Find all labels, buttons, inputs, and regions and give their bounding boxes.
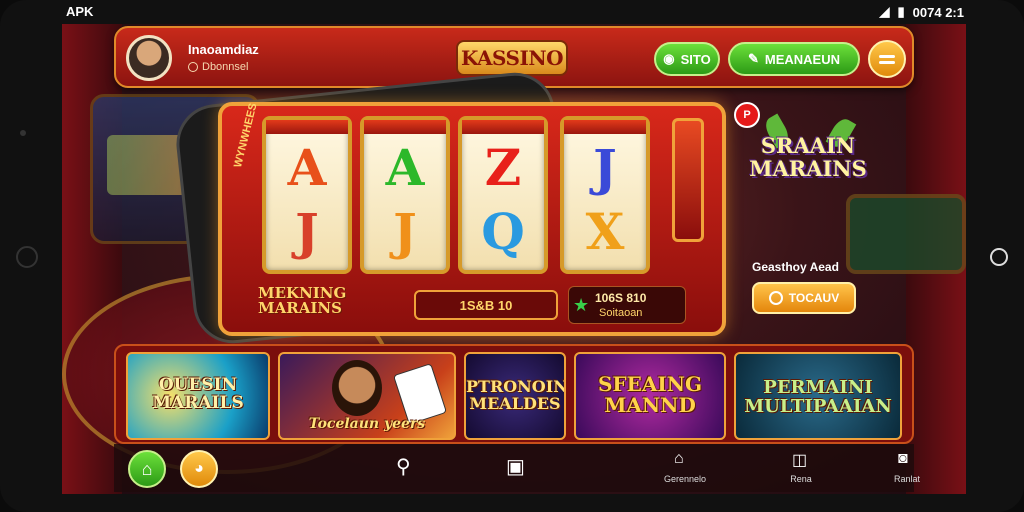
app-logo: KASSINO <box>456 40 568 76</box>
game-card-4[interactable]: SFEAING MANND <box>574 352 726 440</box>
reel-symbol: X <box>585 202 625 261</box>
device-frame: APK ◢ ▮ 0074 2:1 Inaoamdiaz Dbonnsel KAS… <box>0 0 1024 512</box>
game-card-1[interactable]: OUESIN MARAILS <box>126 352 270 440</box>
slot-brand-line: MEKNING MARAINS <box>258 284 347 317</box>
gift-icon[interactable]: ⌂ <box>674 450 684 468</box>
nav-item-label: Ranlat <box>893 474 920 484</box>
reel-2: A J <box>360 116 450 274</box>
game-card-2[interactable]: Tocelaun yeers <box>278 352 456 440</box>
nav-item-label: Gerennelo <box>663 474 707 484</box>
pencil-icon: ✎ <box>747 51 759 66</box>
menu-icon-bar <box>879 54 895 58</box>
camera-dot <box>20 130 26 136</box>
menu-icon-bar <box>879 60 895 64</box>
slot-brand: MEKNING MARAINS <box>258 286 346 316</box>
profile-icon[interactable]: ◙ <box>898 450 908 468</box>
game-card-title: Tocelaun yeers <box>308 416 426 432</box>
notification-badge[interactable]: P <box>734 102 760 128</box>
nav-circle-button[interactable] <box>990 248 1008 266</box>
main-action-button[interactable]: ✎ MEANAEUN <box>728 42 860 76</box>
search-icon[interactable]: ⚲ <box>396 454 411 479</box>
game-screen: Inaoamdiaz Dbonnsel KASSINO ◉ SITO ✎ MEA… <box>62 24 966 494</box>
win-value: 106S 810 <box>595 291 647 305</box>
user-subtitle: Dbonnsel <box>188 61 248 73</box>
promo-button[interactable]: TOCAUV <box>752 282 856 314</box>
reel-symbol: Z <box>484 138 522 197</box>
slot-machine[interactable]: WYNWHEES A J A J Z Q J X MEKNING MARAINS… <box>218 102 726 336</box>
game-card-title: PTRONOIN MEALDES <box>466 377 566 413</box>
reel-1: A J <box>262 116 352 274</box>
sito-button[interactable]: ◉ SITO <box>654 42 720 76</box>
slot-side-text: WYNWHEES <box>232 101 260 169</box>
user-sub-text: Dbonnsel <box>202 61 249 73</box>
home-icon: ⌂ <box>141 458 153 479</box>
nav-item-label: Rena <box>790 474 812 484</box>
win-display: ★ 106S 810 Soitaoan <box>568 286 686 324</box>
chat-icon: ◕ <box>194 460 204 477</box>
promo-title: SRAAIN MARAINS <box>749 133 867 181</box>
nav-chat-button[interactable]: ◕ <box>180 450 218 488</box>
status-time: 0074 2:1 <box>912 4 964 20</box>
toggle-icon: ◉ <box>663 51 675 66</box>
game-card-title: SFEAING MANND <box>597 372 703 417</box>
reel-symbol: J <box>593 138 617 197</box>
reel-symbol: J <box>393 202 417 261</box>
reel-symbol: Q <box>481 202 525 261</box>
spin-lever[interactable] <box>672 118 704 242</box>
reel-4: J X <box>560 116 650 274</box>
reel-symbol: J <box>295 202 319 261</box>
status-left: APK <box>66 4 94 19</box>
user-name: Inaoamdiaz <box>188 42 259 57</box>
status-right: ◢ ▮ 0074 2:1 <box>880 4 964 20</box>
stats-icon[interactable]: ◫ <box>792 450 807 470</box>
sito-label: SITO <box>680 51 711 67</box>
promo-button-label: TOCAUV <box>788 291 840 305</box>
background-card-table <box>846 194 966 274</box>
win-label: Soitaoan <box>599 307 643 319</box>
status-bar: APK ◢ ▮ 0074 2:1 <box>0 0 1024 24</box>
avatar[interactable] <box>126 35 172 81</box>
reel-symbol: A <box>287 138 327 197</box>
reel-3: Z Q <box>458 116 548 274</box>
credit-display: 1S&B 10 <box>414 290 558 320</box>
game-card-3[interactable]: PTRONOIN MEALDES <box>464 352 566 440</box>
wifi-icon: ◢ <box>879 4 890 19</box>
game-card-5[interactable]: PERMAINI MULTIPAAIAN <box>734 352 902 440</box>
coin-icon <box>188 62 198 72</box>
main-action-label: MEANAEUN <box>764 51 841 67</box>
card-icon[interactable]: ▣ <box>506 454 525 479</box>
menu-button[interactable] <box>868 40 906 78</box>
ring-icon <box>768 291 783 305</box>
reel-symbol: A <box>385 138 425 197</box>
promo-caption: Geasthoy Aead <box>752 260 839 274</box>
nav-home-button[interactable]: ⌂ <box>128 450 166 488</box>
home-hardware-button <box>16 246 38 268</box>
signal-icon: ▮ <box>897 4 905 19</box>
game-card-title: OUESIN MARAILS <box>152 375 244 413</box>
character-art <box>332 360 382 416</box>
star-icon: ★ <box>573 295 590 315</box>
game-card-title: PERMAINI MULTIPAAIAN <box>744 377 892 417</box>
bottom-nav: ⌂ ◕ ⚲ ▣ ⌂ Gerennelo ◫ Rena ◙ Ranlat <box>114 444 920 492</box>
game-cards-strip: OUESIN MARAILS Tocelaun yeers PTRONOIN M… <box>114 344 914 444</box>
